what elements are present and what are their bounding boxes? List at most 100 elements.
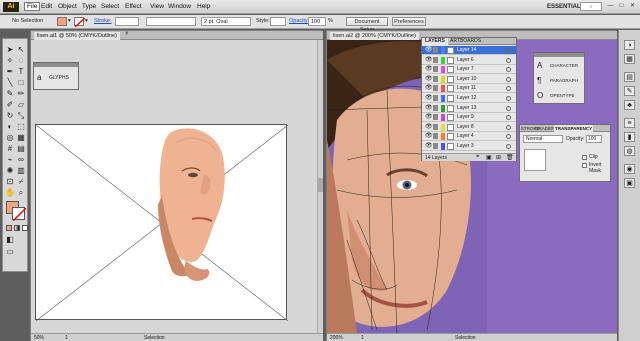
document-tab[interactable]: lisen.ai1 @ 50% (CMYK/Outline) bbox=[34, 32, 120, 40]
artboard-number[interactable]: 1 bbox=[361, 335, 364, 341]
lock-toggle-icon[interactable] bbox=[433, 75, 438, 82]
vertical-scrollbar[interactable] bbox=[317, 40, 323, 333]
visibility-eye-icon[interactable]: 👁 bbox=[425, 66, 433, 72]
fill-swatch[interactable] bbox=[57, 17, 67, 26]
zoom-level[interactable]: 50% bbox=[34, 335, 44, 341]
symbol-sprayer-tool-icon[interactable]: ✺ bbox=[5, 166, 15, 176]
layer-name[interactable]: Layer 10 bbox=[457, 75, 476, 83]
menu-view[interactable]: View bbox=[150, 3, 164, 10]
chevron-down-icon[interactable]: ▾ bbox=[85, 18, 88, 24]
lock-toggle-icon[interactable] bbox=[433, 56, 438, 63]
slice-tool-icon[interactable]: ⌿ bbox=[16, 177, 26, 187]
opacity-field[interactable]: 100 bbox=[308, 17, 326, 26]
minimize-icon[interactable]: — bbox=[606, 2, 615, 11]
lock-toggle-icon[interactable] bbox=[433, 85, 438, 92]
layer-name[interactable]: Layer 14 bbox=[457, 46, 476, 54]
menu-edit[interactable]: Edit bbox=[41, 3, 52, 10]
gradient-mode-icon[interactable] bbox=[14, 225, 20, 231]
warp-tool-icon[interactable]: ◐ bbox=[5, 122, 15, 132]
visibility-eye-icon[interactable]: 👁 bbox=[425, 76, 433, 82]
rectangle-tool-icon[interactable]: □ bbox=[16, 78, 26, 88]
stroke-label[interactable]: Stroke: bbox=[94, 18, 111, 24]
menu-type[interactable]: Type bbox=[82, 3, 96, 10]
delete-layer-icon[interactable]: 🗑 bbox=[506, 154, 514, 161]
menu-help[interactable]: Help bbox=[197, 3, 210, 10]
free-transform-tool-icon[interactable]: ⬚ bbox=[16, 122, 26, 132]
color-guide-icon[interactable]: ▦ bbox=[624, 54, 635, 64]
close-tab-icon[interactable]: × bbox=[125, 31, 129, 37]
gradient-panel-icon[interactable]: ▮ bbox=[624, 132, 635, 142]
lock-toggle-icon[interactable] bbox=[433, 104, 438, 111]
transparency-panel-icon[interactable]: ◍ bbox=[624, 146, 635, 156]
visibility-eye-icon[interactable]: 👁 bbox=[425, 57, 433, 63]
eraser-tool-icon[interactable]: ▱ bbox=[16, 100, 26, 110]
pen-tool-icon[interactable]: ✒ bbox=[5, 67, 15, 77]
swatches-icon[interactable]: ▤ bbox=[624, 72, 635, 82]
layer-row[interactable]: 👁 Layer 14 bbox=[422, 46, 516, 55]
selection-tool-icon[interactable]: ➤ bbox=[5, 45, 15, 55]
scrollbar-thumb[interactable] bbox=[318, 178, 323, 192]
target-circle-icon[interactable] bbox=[506, 76, 511, 82]
hand-tool-icon[interactable]: ✋ bbox=[5, 188, 15, 198]
layer-name[interactable]: Layer 13 bbox=[457, 104, 476, 112]
target-circle-icon[interactable] bbox=[506, 144, 511, 149]
menu-effect[interactable]: Effect bbox=[125, 3, 142, 10]
paragraph-panel-button[interactable]: ¶ PARAGRAPH bbox=[536, 74, 584, 88]
layer-row[interactable]: 👁 Layer 12 bbox=[422, 94, 516, 103]
menu-object[interactable]: Object bbox=[58, 3, 77, 10]
layer-name[interactable]: Layer 12 bbox=[457, 94, 476, 102]
gradient-tool-icon[interactable]: ▤ bbox=[16, 144, 26, 154]
mesh-tool-icon[interactable]: # bbox=[5, 144, 15, 154]
target-circle-icon[interactable] bbox=[506, 57, 511, 63]
style-picker[interactable] bbox=[270, 17, 286, 26]
rotate-tool-icon[interactable]: ↻ bbox=[5, 111, 15, 121]
target-circle-icon[interactable] bbox=[506, 48, 511, 53]
tab-transparency[interactable]: TRANSPARENCY bbox=[554, 125, 594, 132]
symbols-icon[interactable]: ♣ bbox=[624, 100, 635, 110]
draw-normal-icon[interactable]: ◧ bbox=[5, 235, 15, 245]
layer-name[interactable]: Layer 4 bbox=[457, 132, 474, 140]
zoom-level[interactable]: 200% bbox=[330, 335, 343, 341]
lasso-tool-icon[interactable]: ◌ bbox=[16, 56, 26, 66]
document-tab[interactable]: lisen.ai2 @ 200% (CMYK/Outline) bbox=[330, 32, 419, 40]
graph-tool-icon[interactable]: ▥ bbox=[16, 166, 26, 176]
visibility-eye-icon[interactable]: 👁 bbox=[425, 133, 433, 139]
layer-name[interactable]: Layer 8 bbox=[457, 123, 474, 131]
target-circle-icon[interactable] bbox=[506, 134, 511, 140]
search-input[interactable]: ⌕ bbox=[580, 2, 602, 11]
layer-row[interactable]: 👁 Layer 7 bbox=[422, 65, 516, 75]
brushes-icon[interactable]: ✎ bbox=[624, 86, 635, 96]
close-icon[interactable]: ✕ bbox=[628, 2, 637, 11]
type-tool-icon[interactable]: T bbox=[16, 67, 26, 77]
target-circle-icon[interactable] bbox=[506, 124, 511, 130]
lock-toggle-icon[interactable] bbox=[433, 114, 438, 121]
artboard[interactable] bbox=[35, 124, 289, 322]
menu-window[interactable]: Window bbox=[168, 3, 191, 10]
lock-toggle-icon[interactable] bbox=[433, 47, 438, 53]
layer-row[interactable]: 👁 Layer 3 bbox=[422, 142, 516, 151]
lock-toggle-icon[interactable] bbox=[433, 123, 438, 130]
layer-row[interactable]: 👁 Layer 11 bbox=[422, 84, 516, 94]
artboard-number[interactable]: 1 bbox=[65, 335, 68, 341]
direct-selection-tool-icon[interactable]: ↖ bbox=[16, 45, 26, 55]
shape-builder-tool-icon[interactable]: ◎ bbox=[5, 133, 15, 143]
layer-name[interactable]: Layer 9 bbox=[457, 113, 474, 121]
target-circle-icon[interactable] bbox=[506, 105, 511, 111]
layer-name[interactable]: Layer 3 bbox=[457, 142, 474, 150]
invert-mask-checkbox[interactable] bbox=[582, 163, 587, 168]
tab-layers[interactable]: LAYERS bbox=[422, 38, 448, 45]
visibility-eye-icon[interactable]: 👁 bbox=[425, 85, 433, 91]
maximize-icon[interactable]: □ bbox=[617, 2, 626, 11]
paintbrush-tool-icon[interactable]: ✎ bbox=[5, 89, 15, 99]
lock-toggle-icon[interactable] bbox=[433, 143, 438, 149]
brush-definition[interactable]: 2 pt. Oval bbox=[201, 17, 251, 26]
stroke-panel-icon[interactable]: ≡ bbox=[624, 118, 635, 128]
visibility-eye-icon[interactable]: 👁 bbox=[425, 143, 433, 149]
layer-name[interactable]: Layer 6 bbox=[457, 56, 474, 64]
pencil-tool-icon[interactable]: ✏ bbox=[16, 89, 26, 99]
stroke-swatch[interactable] bbox=[74, 17, 86, 28]
scale-tool-icon[interactable]: ⤡ bbox=[16, 111, 26, 121]
visibility-eye-icon[interactable]: 👁 bbox=[425, 105, 433, 111]
tab-artboards[interactable]: ARTBOARDS bbox=[447, 38, 484, 45]
artboard-tool-icon[interactable]: ⊡ bbox=[5, 177, 15, 187]
